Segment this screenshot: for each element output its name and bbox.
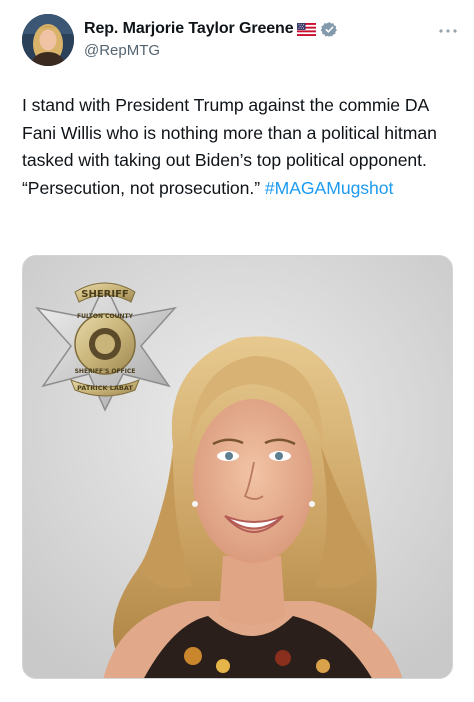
avatar[interactable]: [22, 14, 74, 66]
hashtag-link[interactable]: #MAGAMugshot: [265, 178, 394, 198]
tweet-header: Rep. Marjorie Taylor Greene @RepMTG: [22, 12, 462, 72]
us-flag-icon: [296, 22, 316, 36]
tweet-photo[interactable]: SHERIFF FULTON COUNTY SHERIFF'S OFFICE P…: [22, 255, 453, 679]
avatar-image: [22, 14, 74, 66]
badge-county-text: FULTON COUNTY: [77, 313, 134, 320]
author-handle[interactable]: @RepMTG: [84, 42, 338, 59]
author-names: Rep. Marjorie Taylor Greene @RepMTG: [84, 18, 338, 59]
tweet-text: I stand with President Trump against the…: [22, 92, 458, 202]
badge-office-text: SHERIFF'S OFFICE: [75, 368, 136, 375]
gray-verified-badge-icon[interactable]: [320, 21, 338, 38]
badge-name-text: PATRICK LABAT: [77, 384, 133, 392]
mugshot-photo: SHERIFF FULTON COUNTY SHERIFF'S OFFICE P…: [23, 256, 452, 678]
more-options-icon[interactable]: [438, 22, 458, 33]
badge-top-text: SHERIFF: [81, 289, 129, 300]
author-display-name[interactable]: Rep. Marjorie Taylor Greene: [84, 20, 294, 38]
